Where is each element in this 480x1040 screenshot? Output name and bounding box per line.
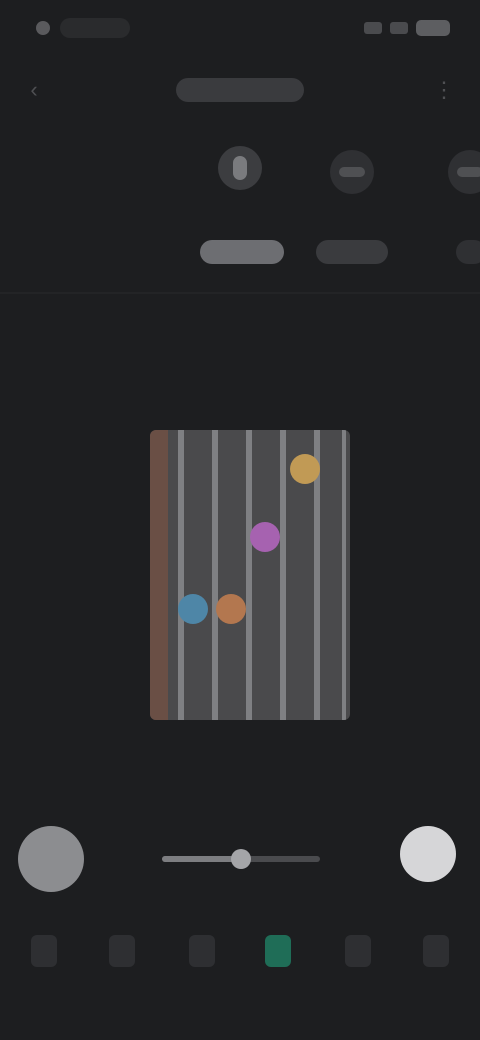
- string-3: [246, 430, 252, 720]
- mode-2-icon: [339, 167, 365, 177]
- mode-3-icon: [457, 167, 480, 177]
- mode-option-1[interactable]: [218, 146, 262, 190]
- nav-2-icon: [109, 935, 135, 967]
- bottom-nav: [0, 916, 480, 996]
- status-indicator-icon: [36, 21, 50, 35]
- tempo-slider[interactable]: [162, 849, 320, 869]
- nav-5-icon: [345, 935, 371, 967]
- slider-fill: [162, 856, 241, 862]
- tab-third[interactable]: [456, 240, 480, 264]
- slider-knob[interactable]: [231, 849, 251, 869]
- nav-item-1[interactable]: [24, 926, 64, 976]
- tab-second[interactable]: [316, 240, 388, 264]
- fretboard-nut: [150, 430, 168, 720]
- note-marker-orange[interactable]: [216, 594, 246, 624]
- signal-icon: [364, 22, 382, 34]
- nav-item-4-active[interactable]: [258, 926, 298, 976]
- mode-1-icon: [233, 156, 247, 180]
- nav-6-icon: [423, 935, 449, 967]
- nav-3-icon: [189, 935, 215, 967]
- nav-1-icon: [31, 935, 57, 967]
- divider: [0, 292, 480, 294]
- string-2: [212, 430, 218, 720]
- back-button[interactable]: ‹: [16, 72, 52, 108]
- wifi-icon: [390, 22, 408, 34]
- nav-item-5[interactable]: [338, 926, 378, 976]
- page-title: [176, 78, 304, 102]
- playback-controls: [0, 820, 480, 900]
- tab-bar: [0, 228, 480, 276]
- nav-item-6[interactable]: [416, 926, 456, 976]
- string-6: [342, 430, 346, 720]
- status-right: [364, 20, 450, 36]
- left-action-button[interactable]: [18, 826, 84, 892]
- more-button[interactable]: ⋮: [426, 72, 462, 108]
- note-marker-purple[interactable]: [250, 522, 280, 552]
- string-4: [280, 430, 286, 720]
- top-bar: ‹ ⋮: [0, 62, 480, 118]
- status-text-placeholder: [60, 18, 130, 38]
- mode-selector: [0, 130, 480, 210]
- battery-icon: [416, 20, 450, 36]
- more-icon: ⋮: [433, 77, 455, 102]
- tab-active[interactable]: [200, 240, 284, 264]
- status-left: [36, 18, 130, 38]
- fretboard[interactable]: [150, 430, 350, 720]
- mode-option-3[interactable]: [448, 150, 480, 194]
- nav-item-2[interactable]: [102, 926, 142, 976]
- nav-4-icon: [265, 935, 291, 967]
- right-action-button[interactable]: [400, 826, 456, 882]
- note-marker-yellow[interactable]: [290, 454, 320, 484]
- back-icon: ‹: [30, 77, 38, 102]
- string-1: [178, 430, 184, 720]
- status-bar: [0, 0, 480, 60]
- mode-option-2[interactable]: [330, 150, 374, 194]
- note-marker-blue[interactable]: [178, 594, 208, 624]
- nav-item-3[interactable]: [182, 926, 222, 976]
